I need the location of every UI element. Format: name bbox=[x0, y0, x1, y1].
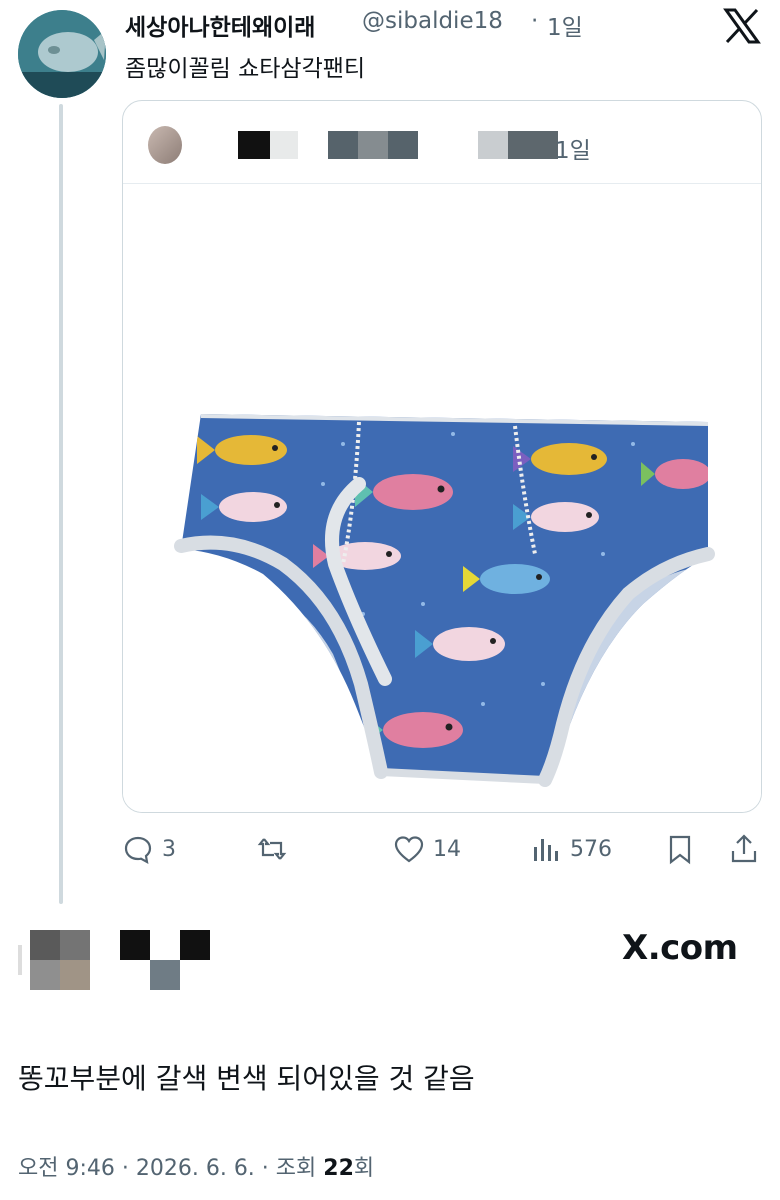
reply-count: 3 bbox=[162, 836, 176, 862]
comment-text: 똥꼬부분에 갈색 변색 되어있을 것 같음 bbox=[18, 1062, 475, 1095]
like-button[interactable]: 14 bbox=[393, 832, 461, 866]
thread-line bbox=[59, 104, 63, 904]
share-icon bbox=[731, 834, 757, 863]
repost-button[interactable] bbox=[256, 832, 288, 866]
post-meta: 오전 9:46 · 2026. 6. 6. · 조회 22회 bbox=[18, 1150, 374, 1182]
quoted-post-time[interactable]: 1일 bbox=[555, 131, 591, 165]
bookmark-icon bbox=[669, 835, 691, 865]
x-logo-icon bbox=[723, 8, 761, 44]
fish-print-briefs-image[interactable] bbox=[123, 184, 761, 812]
author-name[interactable]: 세상아나한테왜이래 bbox=[125, 8, 315, 42]
views-button[interactable]: 576 bbox=[530, 832, 612, 866]
post-time[interactable]: 1일 bbox=[547, 8, 583, 42]
meta-views-suffix: 회 bbox=[353, 1156, 375, 1181]
bookmark-button[interactable] bbox=[664, 832, 696, 866]
reply-icon bbox=[124, 836, 152, 865]
author-avatar[interactable] bbox=[18, 10, 106, 98]
reply-button[interactable]: 3 bbox=[122, 832, 176, 866]
heart-icon bbox=[394, 836, 424, 863]
analytics-icon bbox=[534, 839, 558, 861]
quoted-author-avatar[interactable] bbox=[148, 126, 182, 164]
view-count: 576 bbox=[570, 836, 612, 862]
meta-view-count: 22 bbox=[323, 1156, 354, 1181]
header-separator: · bbox=[531, 8, 539, 34]
author-handle[interactable]: @sibaldie18 bbox=[362, 8, 503, 34]
repost-icon bbox=[257, 838, 287, 860]
sunfish-photo bbox=[18, 10, 106, 98]
source-domain: X.com bbox=[622, 928, 738, 968]
briefs-illustration bbox=[174, 414, 715, 787]
share-button[interactable] bbox=[728, 832, 760, 866]
quoted-post-card[interactable]: 1일 bbox=[122, 100, 762, 813]
post-text: 좀많이꼴림 쇼타삼각팬티 bbox=[125, 56, 366, 82]
post-datetime: 오전 9:46 · 2026. 6. 6. · 조회 bbox=[18, 1156, 324, 1181]
like-count: 14 bbox=[433, 836, 461, 862]
